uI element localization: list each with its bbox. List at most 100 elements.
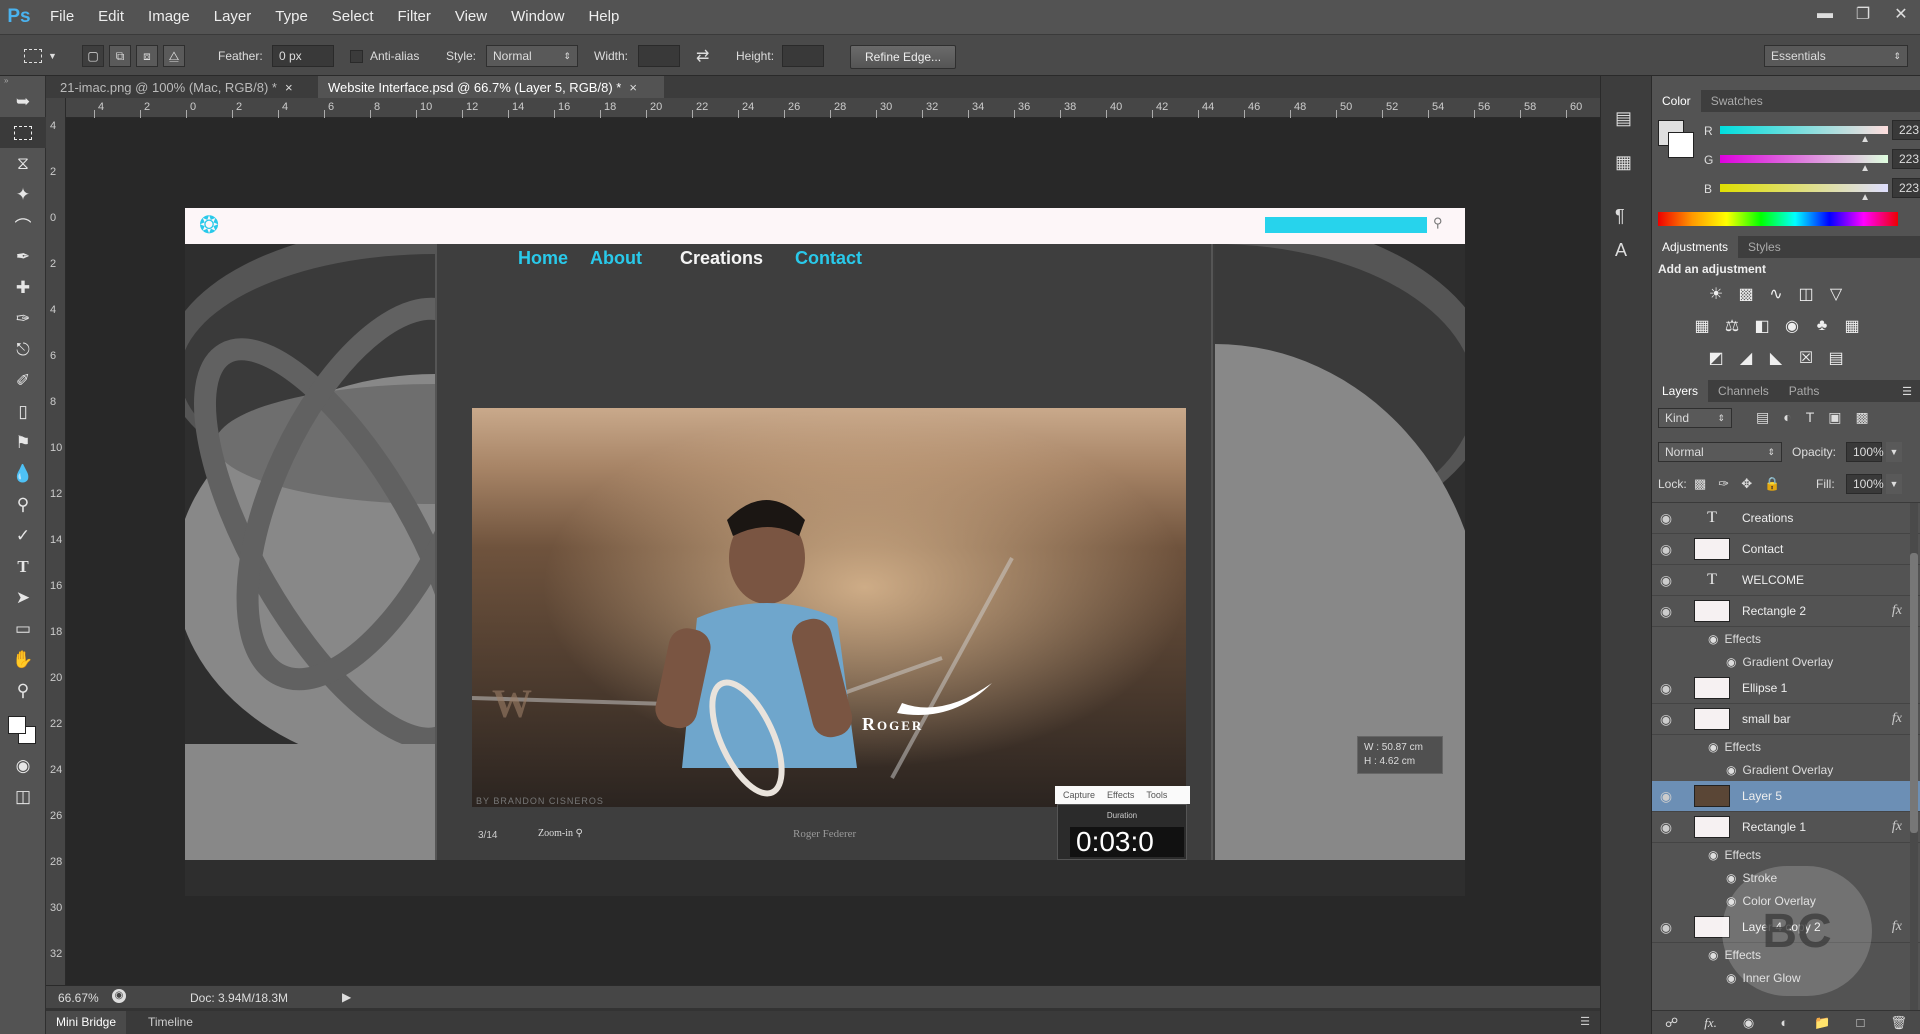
tab-timeline[interactable]: Timeline [142,1011,199,1034]
path-selection-tool-icon[interactable]: ➤ [0,582,46,613]
type-tool-icon[interactable]: T [0,551,46,582]
layer-row-contact[interactable]: ◉ Contact [1652,534,1920,565]
width-input[interactable] [638,45,680,67]
tab-website-interface[interactable]: Website Interface.psd @ 66.7% (Layer 5, … [318,76,664,98]
close-icon[interactable]: × [629,80,637,95]
trash-icon[interactable]: 🗑 [1890,1015,1907,1031]
minimize-icon[interactable]: ▬ [1806,0,1844,28]
crop-tool-icon[interactable]: ⌒ [0,210,46,241]
layer-row-ellipse-1[interactable]: ◉ Ellipse 1 [1652,673,1920,704]
style-select[interactable]: Normal ⇕ [486,45,578,67]
menu-view[interactable]: View [443,0,499,34]
menu-image[interactable]: Image [136,0,202,34]
feather-input[interactable]: 0 px [272,45,334,67]
pixel-filter-icon[interactable]: ▤ [1756,409,1769,426]
lock-pixels-icon[interactable]: ✑ [1718,476,1729,492]
fx-icon[interactable]: fx [1892,819,1902,835]
fx-icon[interactable]: fx [1892,603,1902,619]
refine-edge-button[interactable]: Refine Edge... [850,45,957,69]
selective-color-icon[interactable]: ☒ [1796,348,1816,368]
history-icon[interactable]: ▤ [1615,108,1632,129]
new-group-icon[interactable]: 📁 [1814,1015,1830,1031]
black-white-icon[interactable]: ◧ [1752,316,1772,336]
visibility-eye-icon[interactable]: ◉ [1652,680,1680,697]
add-mask-icon[interactable]: ◉ [1743,1015,1754,1031]
site-search-input[interactable] [1265,217,1427,233]
stamp-tool-icon[interactable]: ⎋ [0,334,46,365]
effect-eye-icon[interactable]: ◉ [1708,948,1718,962]
link-layers-icon[interactable]: ☍ [1665,1015,1678,1031]
menu-file[interactable]: File [38,0,86,34]
height-input[interactable] [782,45,824,67]
tab-imac[interactable]: 21-imac.png @ 100% (Mac, RGB/8) * × [50,76,316,98]
posterize-icon[interactable]: ◢ [1736,348,1756,368]
blue-slider[interactable] [1720,184,1888,192]
zoom-in-link[interactable]: Zoom-in ⚲ [538,828,583,839]
document-canvas[interactable]: ❂ ⚲ Home About Creations Contact W Roger… [185,208,1465,896]
smart-object-filter-icon[interactable]: ▩ [1856,409,1869,426]
swap-dimensions-icon[interactable]: ⇄ [696,45,709,67]
tab-mini-bridge[interactable]: Mini Bridge [46,1011,127,1034]
channel-mixer-icon[interactable]: ♣ [1812,316,1832,336]
move-tool-icon[interactable]: ➥ [0,86,46,117]
marquee-tool-icon[interactable] [0,117,46,148]
effect-eye-icon[interactable]: ◉ [1708,848,1718,862]
color-balance-icon[interactable]: ⚖ [1722,316,1742,336]
pen-tool-icon[interactable]: ✓ [0,520,46,551]
opacity-input[interactable]: 100% [1846,442,1884,462]
photo-filter-icon[interactable]: ◉ [1782,316,1802,336]
dodge-tool-icon[interactable]: ⚲ [0,489,46,520]
color-lookup-icon[interactable]: ▦ [1842,316,1862,336]
effects-row[interactable]: ◉ Effects [1652,843,1920,866]
effect-eye-icon[interactable]: ◉ [1726,655,1736,669]
effect-eye-icon[interactable]: ◉ [1708,740,1718,754]
close-icon[interactable]: × [285,80,293,95]
search-icon[interactable]: ⚲ [1433,215,1443,231]
type-filter-icon[interactable]: T [1806,409,1815,426]
panel-menu-icon[interactable]: ☰ [1902,385,1912,398]
green-value-input[interactable]: 223 [1892,149,1920,169]
share-icon[interactable]: ◉ [112,989,126,1003]
color-swatches[interactable] [0,706,46,750]
eraser-tool-icon[interactable]: ▯ [0,396,46,427]
effect-eye-icon[interactable]: ◉ [1708,632,1718,646]
gradient-map-icon[interactable]: ▤ [1826,348,1846,368]
blur-tool-icon[interactable]: 💧 [0,458,46,489]
status-menu-arrow-icon[interactable]: ▶ [342,990,351,1004]
red-slider[interactable] [1720,126,1888,134]
visibility-eye-icon[interactable]: ◉ [1652,711,1680,728]
curves-icon[interactable]: ∿ [1766,284,1786,304]
green-slider[interactable] [1720,155,1888,163]
blue-slider-handle[interactable]: ▲ [1860,192,1870,203]
tab-swatches[interactable]: Swatches [1701,90,1773,112]
brush-tool-icon[interactable]: ✑ [0,303,46,334]
fx-icon[interactable]: fx [1892,711,1902,727]
zoom-level[interactable]: 66.67% [58,991,99,1005]
green-slider-handle[interactable]: ▲ [1860,163,1870,174]
subtract-selection-icon[interactable]: ⧈ [136,45,158,67]
blend-mode-select[interactable]: Normal ⇕ [1658,442,1782,462]
close-icon[interactable]: ✕ [1882,0,1920,28]
visibility-eye-icon[interactable]: ◉ [1652,510,1680,527]
nav-creations[interactable]: Creations [680,248,763,278]
layer-row-welcome[interactable]: ◉ T WELCOME [1652,565,1920,596]
menu-layer[interactable]: Layer [202,0,264,34]
lock-position-icon[interactable]: ✥ [1741,476,1752,492]
effect-eye-icon[interactable]: ◉ [1726,971,1736,985]
new-selection-icon[interactable]: ▢ [82,45,104,67]
layers-scrollbar[interactable] [1910,503,1918,1010]
menu-window[interactable]: Window [499,0,576,34]
lock-transparency-icon[interactable]: ▩ [1694,476,1706,492]
tab-adjustments[interactable]: Adjustments [1652,236,1739,258]
fill-input[interactable]: 100% [1846,474,1884,494]
nav-about[interactable]: About [590,248,642,278]
add-style-icon[interactable]: fx. [1704,1015,1717,1031]
video-tab-effects[interactable]: Effects [1107,790,1134,800]
fx-icon[interactable]: fx [1892,919,1902,935]
blue-value-input[interactable]: 223 [1892,178,1920,198]
antialias-checkbox[interactable] [350,45,364,67]
exposure-icon[interactable]: ◫ [1796,284,1816,304]
effect-row-gradient-overlay[interactable]: ◉ Gradient Overlay [1652,758,1920,781]
paint-bucket-tool-icon[interactable]: ⚑ [0,427,46,458]
restore-icon[interactable]: ❐ [1844,0,1882,28]
